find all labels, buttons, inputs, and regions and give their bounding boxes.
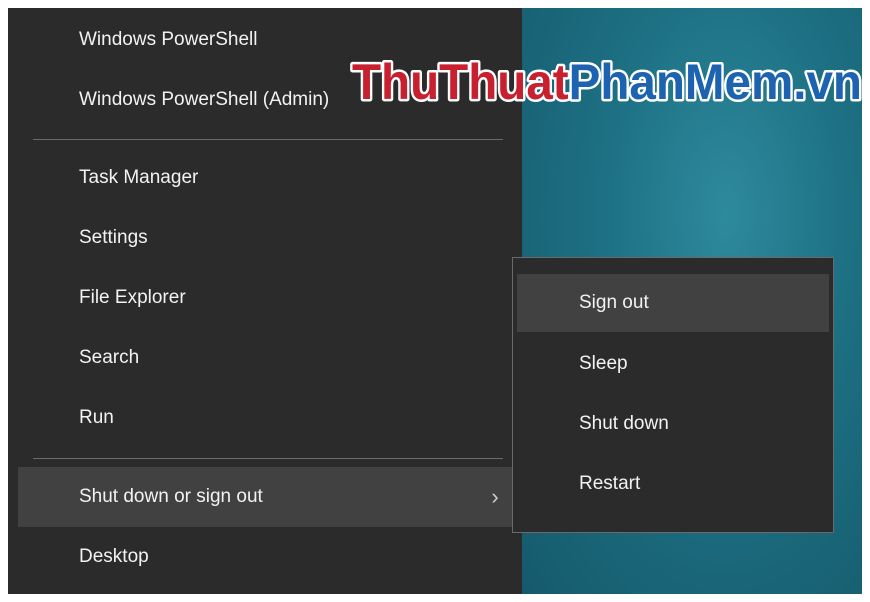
submenu-item-shut-down[interactable]: Shut down: [517, 395, 829, 453]
menu-item-label: Settings: [79, 227, 148, 248]
menu-item-task-manager[interactable]: Task Manager: [18, 148, 512, 208]
menu-item-windows-powershell[interactable]: Windows PowerShell: [18, 10, 512, 70]
menu-item-label: File Explorer: [79, 287, 186, 308]
menu-item-label: Task Manager: [79, 167, 199, 188]
submenu-item-label: Sleep: [579, 353, 628, 374]
menu-item-search[interactable]: Search: [18, 328, 512, 388]
chevron-right-icon: ›: [491, 484, 499, 509]
menu-separator: [33, 139, 503, 140]
shutdown-submenu: Sign out Sleep Shut down Restart: [512, 257, 834, 533]
submenu-item-label: Shut down: [579, 413, 669, 434]
submenu-item-label: Sign out: [579, 292, 649, 313]
menu-item-desktop[interactable]: Desktop: [18, 527, 512, 587]
submenu-item-restart[interactable]: Restart: [517, 455, 829, 513]
menu-item-label: Desktop: [79, 546, 149, 567]
menu-item-shut-down-or-sign-out[interactable]: Shut down or sign out ›: [18, 467, 512, 527]
menu-item-label: Windows PowerShell (Admin): [79, 89, 330, 110]
menu-separator: [33, 458, 503, 459]
menu-item-label: Search: [79, 347, 140, 368]
winx-power-user-menu: Windows PowerShell Windows PowerShell (A…: [8, 8, 522, 594]
menu-item-label: Windows PowerShell: [79, 29, 258, 50]
menu-item-label: Shut down or sign out: [79, 486, 263, 507]
submenu-item-sign-out[interactable]: Sign out: [517, 274, 829, 332]
menu-item-file-explorer[interactable]: File Explorer: [18, 268, 512, 328]
menu-item-label: Run: [79, 407, 114, 428]
submenu-item-label: Restart: [579, 473, 641, 494]
menu-item-windows-powershell-admin[interactable]: Windows PowerShell (Admin): [18, 70, 512, 130]
menu-item-settings[interactable]: Settings: [18, 208, 512, 268]
menu-item-run[interactable]: Run: [18, 388, 512, 448]
submenu-item-sleep[interactable]: Sleep: [517, 335, 829, 393]
screenshot-frame: Windows PowerShell Windows PowerShell (A…: [8, 8, 862, 594]
